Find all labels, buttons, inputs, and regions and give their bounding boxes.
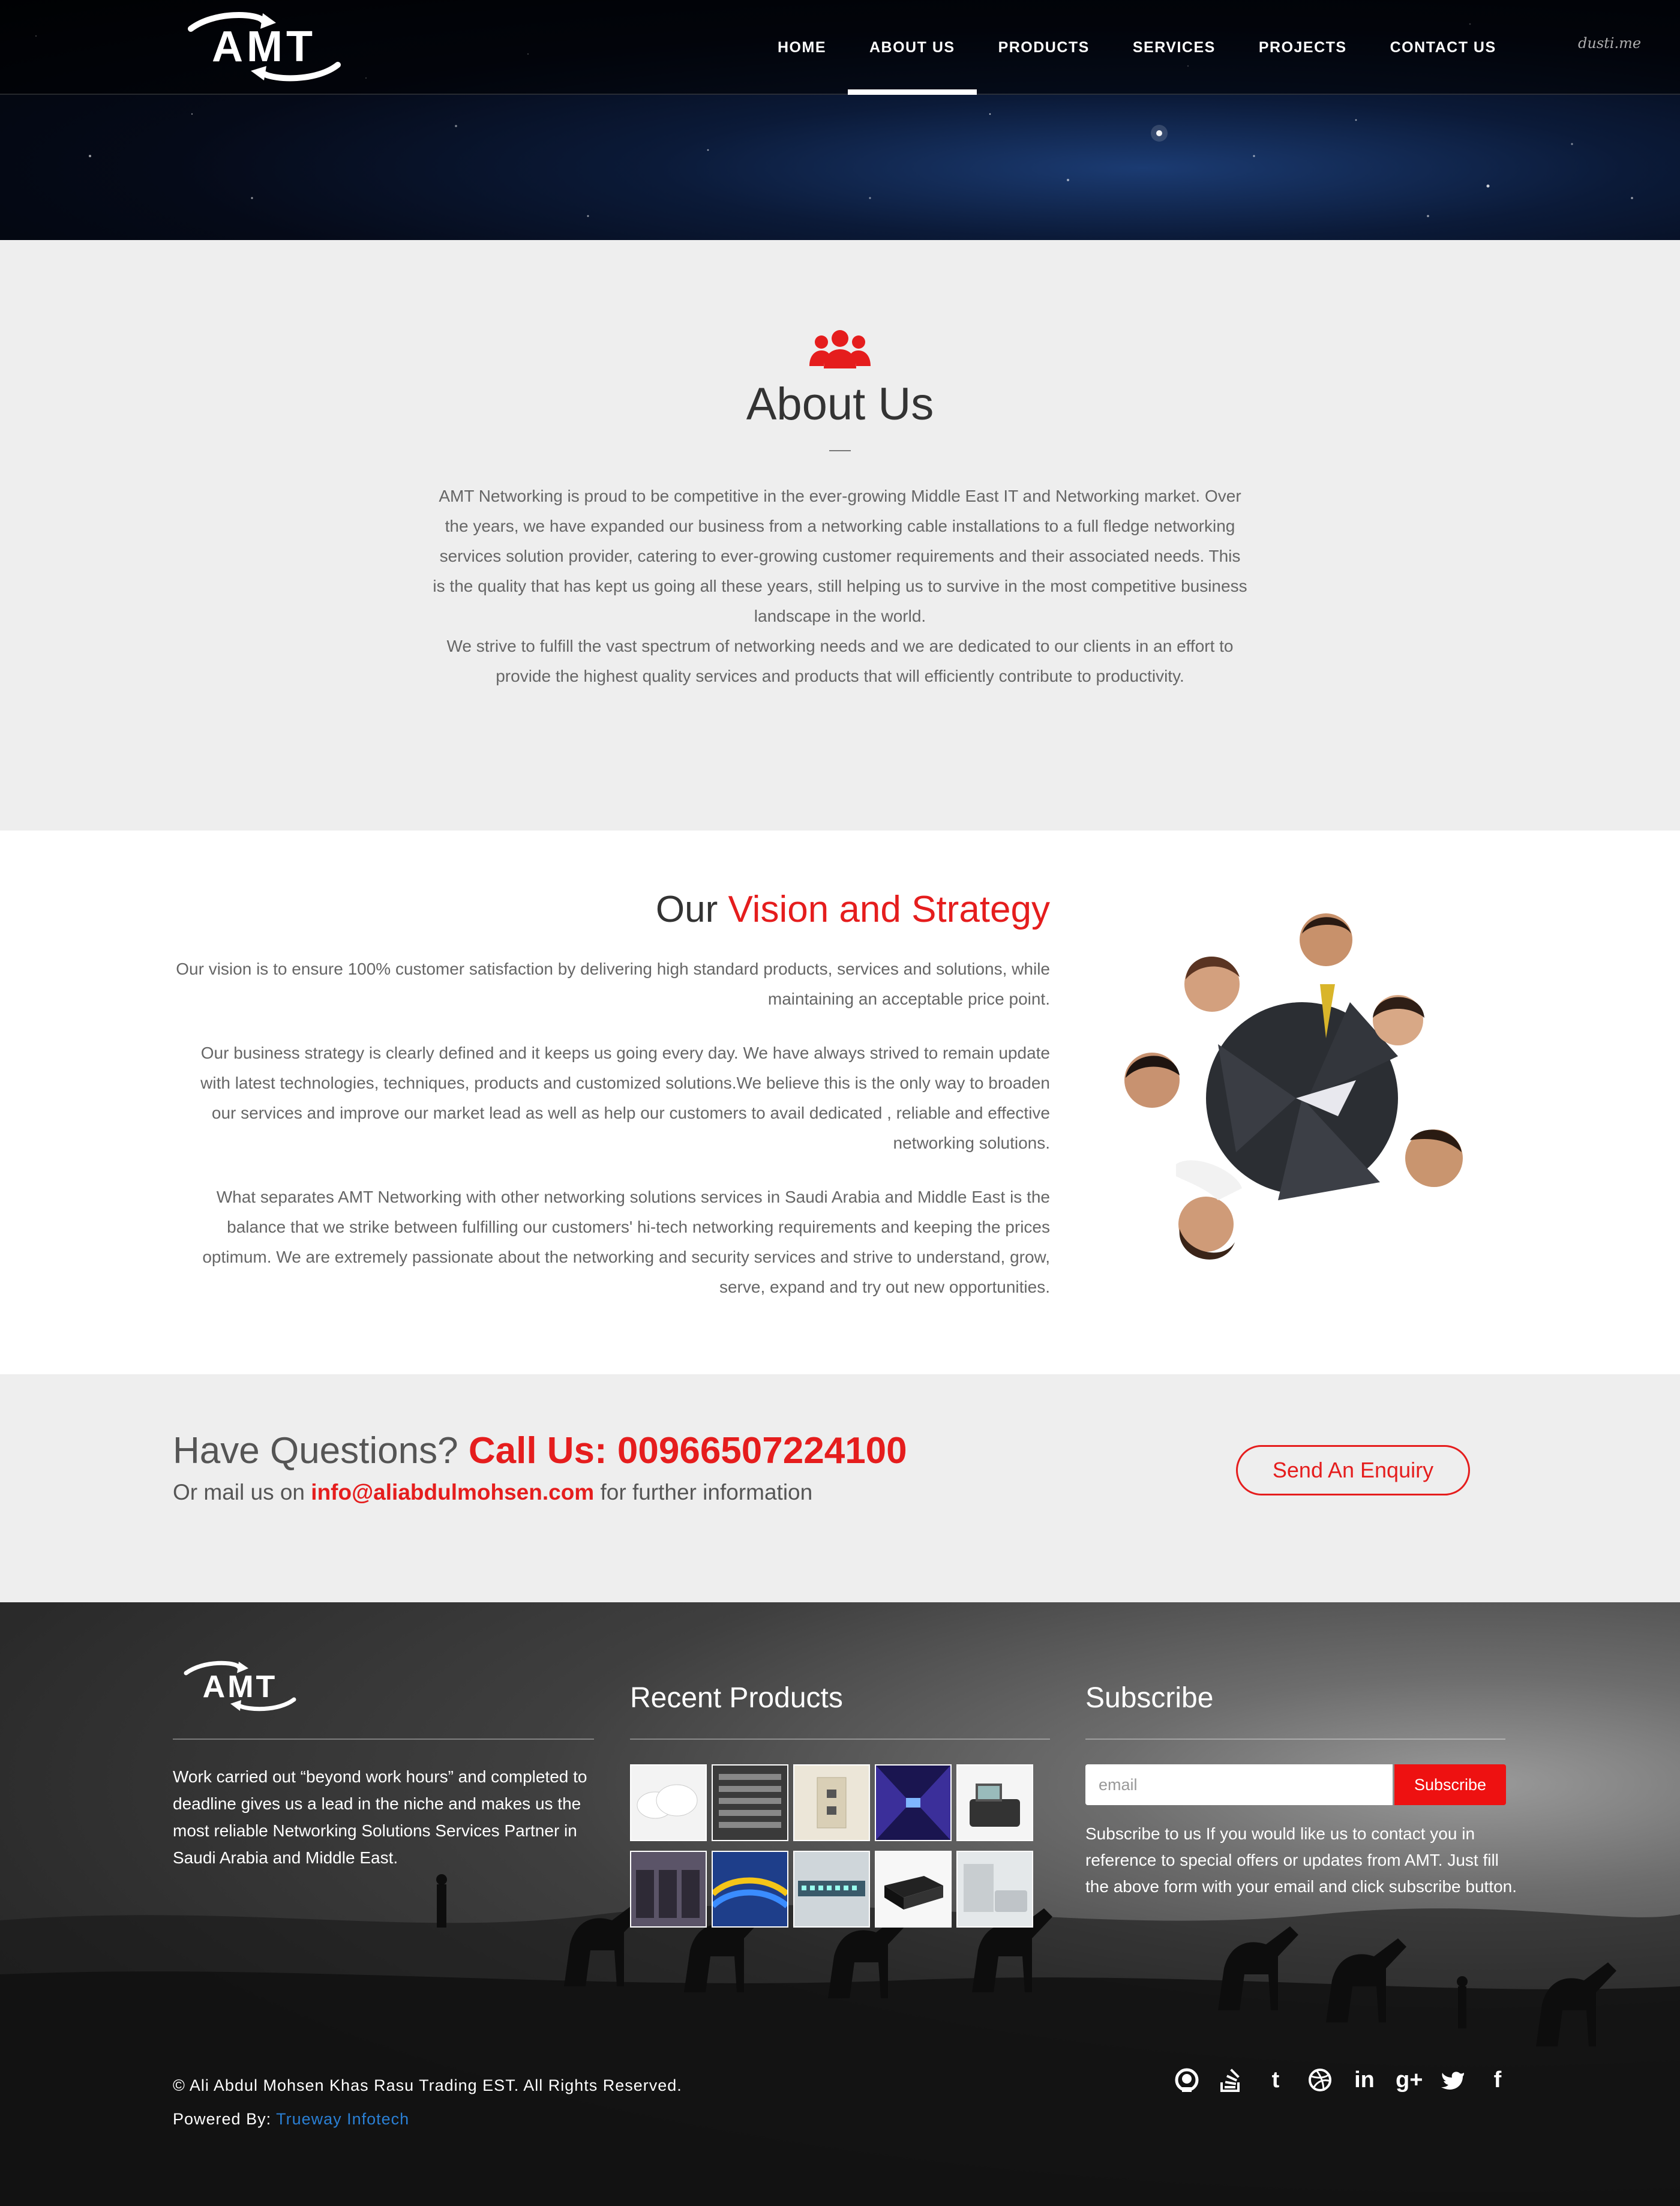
subscribe-button[interactable]: Subscribe bbox=[1394, 1764, 1506, 1805]
product-thumb-switch[interactable] bbox=[793, 1851, 870, 1928]
tumblr-icon[interactable]: t bbox=[1262, 2067, 1289, 2093]
dribbble-icon[interactable] bbox=[1307, 2067, 1333, 2093]
send-enquiry-button[interactable]: Send An Enquiry bbox=[1236, 1445, 1470, 1495]
copyright-text: © Ali Abdul Mohsen Khas Rasu Trading EST… bbox=[173, 2076, 682, 2094]
product-thumb-media-converter[interactable] bbox=[875, 1851, 952, 1928]
footer-about-text: Work carried out “beyond work hours” and… bbox=[173, 1767, 587, 1867]
nav-projects[interactable]: PROJECTS bbox=[1237, 0, 1369, 95]
product-thumb-ip-phone[interactable] bbox=[956, 1764, 1033, 1841]
subscribe-email-input[interactable] bbox=[1085, 1764, 1393, 1805]
subscribe-description: Subscribe to us If you would like us to … bbox=[1085, 1824, 1517, 1896]
twitter-icon[interactable] bbox=[1440, 2067, 1466, 2093]
subscribe-title: Subscribe bbox=[1085, 1682, 1214, 1714]
business-team-image bbox=[1124, 913, 1463, 1260]
github-icon[interactable] bbox=[1174, 2067, 1200, 2093]
vision-paragraph-2: Our business strategy is clearly defined… bbox=[200, 1044, 1050, 1152]
about-section: About Us AMT Networking is proud to be c… bbox=[0, 240, 1680, 831]
about-paragraph-2: We strive to fulfill the vast spectrum o… bbox=[446, 637, 1234, 685]
nav-products[interactable]: PRODUCTS bbox=[977, 0, 1111, 95]
product-thumb-patch-cables[interactable] bbox=[712, 1851, 788, 1928]
footer-divider bbox=[173, 1739, 594, 1740]
vision-paragraph-3: What separates AMT Networking with other… bbox=[202, 1188, 1050, 1296]
main-nav: HOME ABOUT US PRODUCTS SERVICES PROJECTS… bbox=[756, 0, 1518, 95]
powered-by: Powered By: Trueway Infotech bbox=[173, 2110, 409, 2129]
social-links: t in g+ f bbox=[1174, 2067, 1511, 2093]
powered-by-link[interactable]: Trueway Infotech bbox=[276, 2110, 409, 2128]
footer: AMT Work carried out “beyond work hours”… bbox=[0, 1602, 1680, 2206]
recent-products-title: Recent Products bbox=[630, 1682, 843, 1714]
facebook-icon[interactable]: f bbox=[1484, 2067, 1511, 2093]
stackoverflow-icon[interactable] bbox=[1218, 2067, 1244, 2093]
cta-mail-prefix: Or mail us on bbox=[173, 1480, 305, 1504]
navbar: AMT HOME ABOUT US PRODUCTS SERVICES PROJ… bbox=[0, 0, 1680, 95]
amt-logo[interactable]: AMT bbox=[173, 11, 356, 83]
about-text: AMT Networking is proud to be competitiv… bbox=[432, 481, 1248, 691]
vision-section: Our Vision and Strategy Our vision is to… bbox=[0, 831, 1680, 1374]
about-title: About Us bbox=[746, 379, 934, 430]
product-thumb-server-room[interactable] bbox=[630, 1851, 707, 1928]
svg-text:AMT: AMT bbox=[203, 1670, 278, 1704]
cta-mail-suffix: for further information bbox=[600, 1480, 813, 1504]
nav-contact-us[interactable]: CONTACT US bbox=[1369, 0, 1518, 95]
cta-question: Have Questions? Call Us: 00966507224100 bbox=[173, 1429, 907, 1472]
footer-amt-logo[interactable]: AMT bbox=[173, 1660, 307, 1713]
recent-products-grid bbox=[630, 1764, 1033, 1928]
signature-watermark: dusti.me bbox=[1578, 35, 1642, 52]
vision-paragraph-1: Our vision is to ensure 100% customer sa… bbox=[176, 960, 1050, 1008]
product-thumb-data-center[interactable] bbox=[875, 1764, 952, 1841]
powered-by-label: Powered By: bbox=[173, 2110, 272, 2128]
footer-divider bbox=[1085, 1739, 1505, 1740]
product-thumb-access-point[interactable] bbox=[630, 1764, 707, 1841]
nav-services[interactable]: SERVICES bbox=[1111, 0, 1237, 95]
nav-about-us[interactable]: ABOUT US bbox=[848, 0, 977, 95]
vision-title-highlight: Vision and Strategy bbox=[728, 889, 1050, 930]
hero-banner: AMT HOME ABOUT US PRODUCTS SERVICES PROJ… bbox=[0, 0, 1680, 240]
contact-cta-section: Have Questions? Call Us: 00966507224100 … bbox=[0, 1374, 1680, 1602]
team-icon bbox=[809, 330, 871, 368]
vision-text: Our vision is to ensure 100% customer sa… bbox=[173, 954, 1050, 1326]
svg-text:AMT: AMT bbox=[212, 23, 316, 71]
google-plus-icon[interactable]: g+ bbox=[1396, 2067, 1423, 2093]
nav-home[interactable]: HOME bbox=[756, 0, 848, 95]
product-thumb-server-rack[interactable] bbox=[712, 1764, 788, 1841]
cta-question-text: Have Questions? bbox=[173, 1430, 458, 1471]
cta-email-link[interactable]: info@aliabdulmohsen.com bbox=[311, 1480, 594, 1504]
cta-phone[interactable]: Call Us: 00966507224100 bbox=[469, 1430, 907, 1471]
product-thumb-wall-socket[interactable] bbox=[793, 1764, 870, 1841]
linkedin-icon[interactable]: in bbox=[1351, 2067, 1378, 2093]
footer-divider bbox=[630, 1739, 1050, 1740]
vision-title-plain: Our bbox=[655, 889, 718, 930]
product-thumb-pbx-phone[interactable] bbox=[956, 1851, 1033, 1928]
about-paragraph-1: AMT Networking is proud to be competitiv… bbox=[433, 487, 1247, 625]
cta-mail: Or mail us on info@aliabdulmohsen.com fo… bbox=[173, 1480, 812, 1505]
title-divider bbox=[829, 450, 851, 451]
vision-title: Our Vision and Strategy bbox=[656, 888, 1050, 931]
